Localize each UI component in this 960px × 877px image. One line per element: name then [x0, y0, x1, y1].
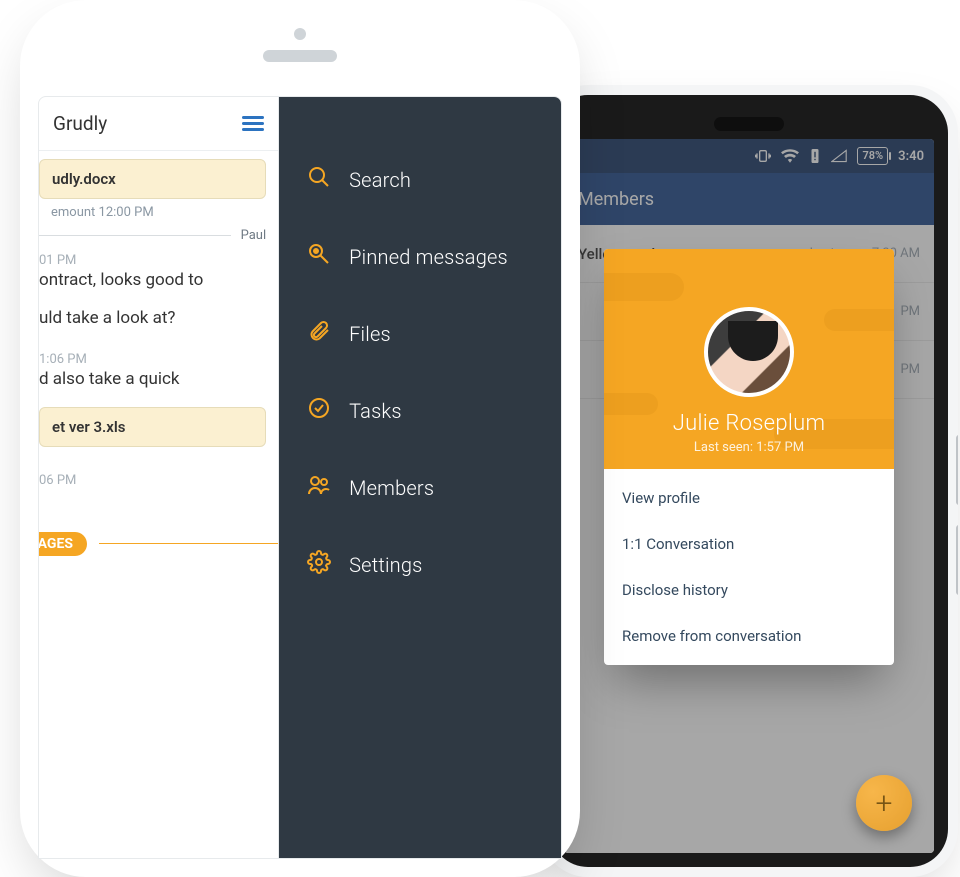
fab-add-button[interactable]: +	[856, 775, 912, 831]
file-attachment[interactable]: udly.docx	[39, 159, 266, 199]
drawer-item-label: Settings	[349, 553, 422, 577]
android-speaker	[714, 117, 784, 131]
chat-title: Grudly	[53, 112, 107, 135]
android-phone-frame: 78% 3:40 Members Yellowspark Last seen: …	[540, 85, 958, 877]
drawer-item-tasks[interactable]: Tasks	[279, 372, 561, 449]
chat-header: Grudly	[39, 97, 278, 151]
timestamp: 01 PM	[39, 253, 266, 268]
profile-header: Julie Roseplum Last seen: 1:57 PM	[604, 249, 894, 469]
timestamp: 06 PM	[39, 473, 266, 488]
drawer-item-label: Pinned messages	[349, 245, 508, 269]
file-attachment[interactable]: et ver 3.xls	[39, 407, 266, 447]
iphone-speaker	[263, 50, 337, 62]
thread-divider: Paul	[39, 228, 278, 243]
divider-name: Paul	[241, 228, 279, 243]
profile-name: Julie Roseplum	[673, 411, 826, 436]
search-icon	[307, 165, 331, 194]
action-disclose-history[interactable]: Disclose history	[604, 567, 894, 613]
drawer-item-label: Tasks	[349, 399, 402, 423]
profile-avatar[interactable]	[704, 307, 794, 397]
drawer-item-search[interactable]: Search	[279, 141, 561, 218]
members-icon	[307, 473, 331, 502]
paperclip-icon	[307, 319, 331, 348]
drawer-item-settings[interactable]: Settings	[279, 526, 561, 603]
sender-meta: emount 12:00 PM	[51, 205, 266, 220]
message-text: uld take a look at?	[39, 308, 266, 328]
hamburger-icon[interactable]	[242, 116, 264, 131]
message-text: ontract, looks good to	[39, 270, 266, 290]
check-circle-icon	[307, 396, 331, 425]
iphone-frame: Grudly udly.docx emount 12:00 PM Paul 01…	[20, 0, 580, 877]
profile-last-seen: Last seen: 1:57 PM	[694, 440, 804, 455]
android-side-button	[956, 435, 958, 505]
cloud-decoration	[824, 309, 894, 331]
action-remove-from-conversation[interactable]: Remove from conversation	[604, 613, 894, 659]
chat-strip: Grudly udly.docx emount 12:00 PM Paul 01…	[39, 97, 279, 858]
drawer-item-label: Files	[349, 322, 391, 346]
cloud-decoration	[604, 393, 658, 415]
new-messages-badge: SAGES	[39, 532, 87, 556]
plus-icon: +	[876, 786, 893, 821]
timestamp: 1:06 PM	[39, 352, 266, 367]
cloud-decoration	[604, 273, 684, 301]
pin-icon	[307, 242, 331, 271]
action-view-profile[interactable]: View profile	[604, 475, 894, 521]
iphone-camera	[294, 28, 306, 40]
side-drawer: Search Pinned messages Files	[279, 97, 561, 858]
drawer-item-label: Search	[349, 168, 411, 192]
android-side-button	[956, 525, 958, 595]
drawer-item-pinned[interactable]: Pinned messages	[279, 218, 561, 295]
gear-icon	[307, 550, 331, 579]
drawer-item-files[interactable]: Files	[279, 295, 561, 372]
drawer-item-members[interactable]: Members	[279, 449, 561, 526]
member-profile-card: Julie Roseplum Last seen: 1:57 PM View p…	[604, 249, 894, 665]
action-one-to-one[interactable]: 1:1 Conversation	[604, 521, 894, 567]
new-messages-divider	[99, 543, 278, 544]
drawer-item-label: Members	[349, 476, 434, 500]
message-text: d also take a quick	[39, 369, 266, 389]
